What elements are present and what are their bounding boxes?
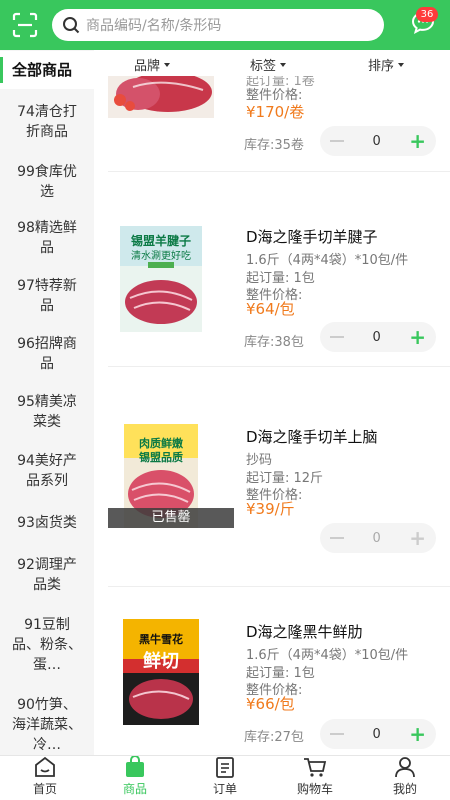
product-price: ¥39/斤 [246, 500, 295, 518]
search-placeholder: 商品编码/名称/条形码 [86, 18, 222, 34]
product-price: ¥170/卷 [246, 103, 305, 121]
tag-filter[interactable]: 标签 [250, 55, 287, 74]
divider [108, 586, 450, 587]
thumb-caption: 锡盟品质 [139, 451, 183, 464]
tab-orders-label: 订单 [212, 782, 237, 796]
decrement-button[interactable] [330, 733, 344, 735]
thumb-caption: 黑牛雪花 [139, 633, 183, 646]
divider [108, 171, 450, 172]
product-spec: 1.6斤（4两*4袋）*10包/件 [246, 253, 409, 268]
bottom-tab-bar: 首页 商品 订单 购物车 我的 [0, 755, 450, 800]
sidebar-item-91[interactable]: 91豆制品、粉条、蛋… [0, 605, 94, 685]
brand-filter[interactable]: 品牌 [134, 55, 171, 74]
decrement-button[interactable] [330, 336, 344, 338]
quantity-stepper: 0 + [320, 126, 436, 156]
sidebar-item-93[interactable]: 93卤货类 [0, 501, 94, 545]
sort-filter[interactable]: 排序 [368, 55, 405, 74]
sort-filter-label: 排序 [368, 59, 395, 74]
sidebar-item-99[interactable]: 99食库优选 [0, 155, 94, 209]
product-name: D海之隆手切羊上脑 [246, 428, 378, 446]
increment-button[interactable]: + [409, 528, 426, 548]
tab-products-label: 商品 [122, 782, 147, 796]
tab-home-label: 首页 [32, 782, 57, 796]
product-image [108, 76, 214, 118]
filter-bar: 品牌 标签 排序 [94, 50, 450, 76]
product-spec: 1.6斤（4两*4袋）*10包/件 [246, 648, 409, 663]
increment-button[interactable]: + [409, 131, 426, 151]
caret-down-icon [280, 62, 287, 67]
message-badge: 36 [416, 7, 438, 22]
decrement-button[interactable] [330, 140, 344, 142]
scan-icon[interactable] [12, 12, 38, 38]
quantity-value[interactable]: 0 [372, 134, 380, 149]
category-sidebar: 全部商品 74清仓打折商品 99食库优选 98精选鲜品 97特荐新品 96招牌商… [0, 50, 94, 755]
product-card[interactable]: 黑牛雪花 鲜切 D海之隆黑牛鲜肋 1.6斤（4两*4袋）*10包/件 起订量: … [94, 611, 450, 755]
quantity-stepper: 0 + [320, 719, 436, 749]
tab-cart-label: 购物车 [296, 782, 333, 796]
thumb-caption: 鲜切 [143, 651, 179, 672]
home-icon [35, 756, 55, 777]
quantity-value[interactable]: 0 [372, 531, 380, 546]
sidebar-item-94[interactable]: 94美好产品系列 [0, 441, 94, 501]
sidebar-item-all[interactable]: 全部商品 [0, 51, 94, 89]
sidebar-item-97[interactable]: 97特荐新品 [0, 267, 94, 325]
tab-orders[interactable]: 订单 [180, 756, 270, 800]
tab-cart[interactable]: 购物车 [270, 756, 360, 800]
decrement-button[interactable] [330, 537, 344, 539]
tab-products[interactable]: 商品 [90, 756, 180, 800]
caret-down-icon [164, 62, 171, 67]
product-spec: 抄码 [246, 453, 273, 468]
search-icon [63, 17, 80, 34]
product-card[interactable]: 起订量: 1卷 整件价格: ¥170/卷 库存:35卷 0 + [94, 76, 450, 172]
product-stock: 库存:38包 [244, 335, 304, 350]
caret-down-icon [398, 62, 405, 67]
sidebar-item-90[interactable]: 90竹笋、海洋蔬菜、冷… [0, 685, 94, 755]
increment-button[interactable]: + [409, 724, 426, 744]
product-stock: 库存:35卷 [244, 138, 304, 153]
sold-out-badge: 已售罄 [108, 508, 234, 528]
sidebar-item-98[interactable]: 98精选鲜品 [0, 209, 94, 267]
brand-filter-label: 品牌 [134, 59, 161, 74]
quantity-stepper: 0 + [320, 523, 436, 553]
tag-filter-label: 标签 [250, 59, 277, 74]
product-card[interactable]: 肉质鲜嫩 锡盟品质 已售罄 D海之隆手切羊上脑 抄码 起订量: 12斤 整件价格… [94, 416, 450, 566]
sidebar-item-95[interactable]: 95精美凉菜类 [0, 383, 94, 441]
order-list-icon [216, 757, 234, 778]
sidebar-item-92[interactable]: 92调理产品类 [0, 545, 94, 605]
quantity-stepper: 0 + [320, 322, 436, 352]
quantity-value[interactable]: 0 [372, 727, 380, 742]
search-input[interactable]: 商品编码/名称/条形码 [52, 9, 384, 41]
user-icon [395, 757, 415, 778]
product-card[interactable]: 锡盟羊腱子 清水涮更好吃 D海之隆手切羊腱子 1.6斤（4两*4袋）*10包/件… [94, 216, 450, 366]
product-list: 起订量: 1卷 整件价格: ¥170/卷 库存:35卷 0 + 锡盟羊腱子 清水… [94, 76, 450, 755]
product-price: ¥64/包 [246, 300, 295, 318]
shopping-bag-icon [126, 756, 144, 777]
increment-button[interactable]: + [409, 327, 426, 347]
product-price: ¥66/包 [246, 695, 295, 713]
divider [108, 366, 450, 367]
sidebar-item-clearance[interactable]: 74清仓打折商品 [0, 89, 94, 155]
top-bar: 商品编码/名称/条形码 36 [0, 0, 450, 50]
sidebar-item-96[interactable]: 96招牌商品 [0, 325, 94, 383]
thumb-caption: 清水涮更好吃 [131, 251, 191, 262]
product-name: D海之隆黑牛鲜肋 [246, 623, 363, 641]
cart-icon [304, 758, 327, 777]
product-stock: 库存:27包 [244, 730, 304, 745]
product-image: 黑牛雪花 鲜切 [108, 619, 214, 725]
tab-home[interactable]: 首页 [0, 756, 90, 800]
product-image: 锡盟羊腱子 清水涮更好吃 [108, 226, 214, 332]
product-name: D海之隆手切羊腱子 [246, 228, 378, 246]
tab-profile-label: 我的 [392, 782, 417, 796]
tab-profile[interactable]: 我的 [360, 756, 450, 800]
quantity-value[interactable]: 0 [372, 330, 380, 345]
